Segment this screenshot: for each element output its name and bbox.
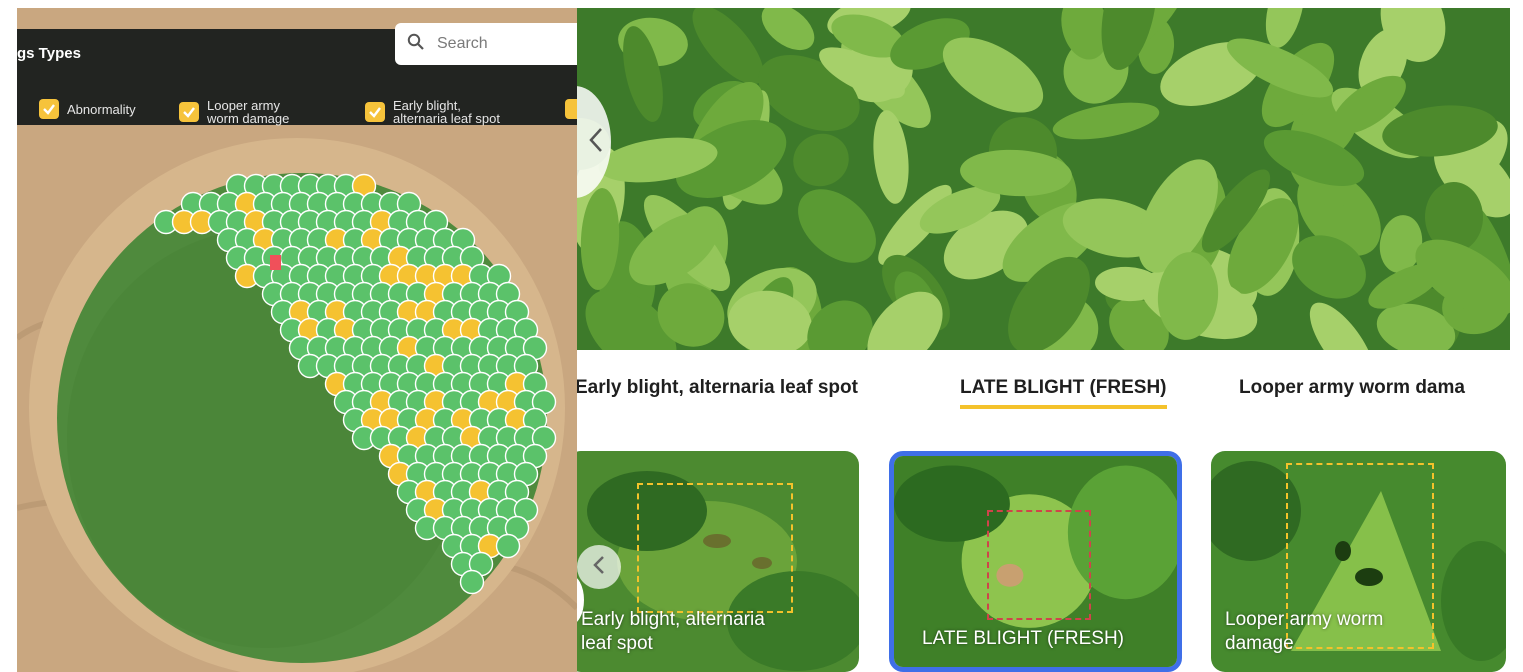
analysis-dot[interactable] — [459, 569, 485, 595]
detail-panel: Early blight, alternaria leaf spot LATE … — [577, 8, 1510, 672]
legend-title: gs Types — [17, 45, 81, 62]
chevron-left-icon — [589, 127, 603, 158]
tab-early-blight[interactable]: Early blight, alternaria leaf spot — [577, 377, 858, 399]
legend-label: Early blight, alternaria leaf spot — [393, 98, 500, 126]
search-box[interactable] — [395, 23, 577, 65]
check-icon[interactable] — [565, 99, 577, 119]
analysis-dot[interactable] — [495, 533, 521, 559]
map-panel[interactable]: gs Types Abnormality Looper army worm da… — [17, 8, 577, 672]
critical-marker[interactable] — [270, 255, 281, 270]
check-icon[interactable] — [365, 102, 385, 122]
category-tabs: Early blight, alternaria leaf spot LATE … — [577, 373, 1510, 423]
detection-box — [637, 483, 793, 613]
hero-image — [577, 8, 1510, 350]
search-input[interactable] — [435, 34, 559, 54]
thumbnail-caption: Early blight, alternaria leaf spot — [581, 609, 765, 654]
thumbnail-caption: Looper army worm damage — [1225, 609, 1384, 654]
legend-label: Looper army worm damage — [207, 98, 290, 126]
check-icon[interactable] — [39, 99, 59, 119]
tab-looper[interactable]: Looper army worm dama — [1239, 377, 1465, 399]
legend-item-more[interactable] — [565, 99, 577, 119]
prev-thumbnail-button[interactable] — [577, 545, 621, 589]
check-icon[interactable] — [179, 102, 199, 122]
thumbnail-looper[interactable]: Looper army worm damage — [1211, 451, 1506, 672]
search-icon — [407, 33, 425, 56]
legend-item-looper[interactable]: Looper army worm damage — [179, 99, 289, 125]
leaf-photo — [577, 8, 1510, 350]
legend-item-abnormality[interactable]: Abnormality — [39, 99, 136, 119]
thumbnail-caption: LATE BLIGHT (FRESH) — [922, 628, 1124, 649]
detection-box — [987, 510, 1091, 620]
legend-label: Abnormality — [67, 101, 136, 117]
legend-item-early-blight[interactable]: Early blight, alternaria leaf spot — [365, 99, 500, 125]
tab-late-blight[interactable]: LATE BLIGHT (FRESH) — [960, 377, 1167, 409]
thumbnail-late-blight[interactable]: LATE BLIGHT (FRESH) — [889, 451, 1182, 672]
chevron-left-icon — [593, 555, 605, 580]
